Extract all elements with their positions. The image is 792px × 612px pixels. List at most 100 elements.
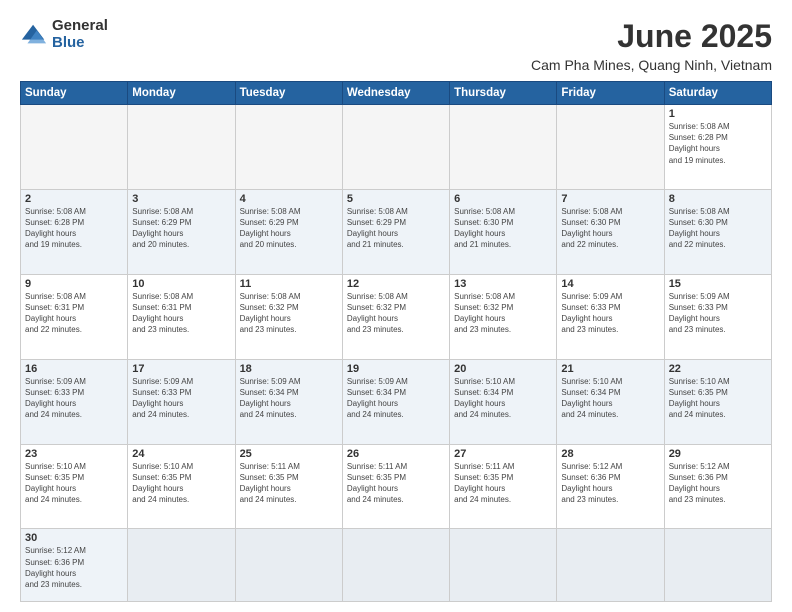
- day-number: 14: [561, 278, 659, 290]
- calendar-week-row: 23 Sunrise: 5:10 AMSunset: 6:35 PMDaylig…: [21, 444, 772, 529]
- table-row: [235, 105, 342, 190]
- calendar-week-row: 16 Sunrise: 5:09 AMSunset: 6:33 PMDaylig…: [21, 359, 772, 444]
- col-sunday: Sunday: [21, 82, 128, 105]
- day-info: Sunrise: 5:11 AMSunset: 6:35 PMDaylight …: [454, 462, 514, 505]
- day-info: Sunrise: 5:08 AMSunset: 6:29 PMDaylight …: [240, 207, 301, 250]
- day-number: 26: [347, 448, 445, 460]
- logo-text: General Blue: [52, 18, 108, 51]
- table-row: [128, 105, 235, 190]
- table-row: 2 Sunrise: 5:08 AMSunset: 6:28 PMDayligh…: [21, 189, 128, 274]
- day-info: Sunrise: 5:08 AMSunset: 6:28 PMDaylight …: [669, 122, 730, 165]
- table-row: [235, 529, 342, 602]
- day-info: Sunrise: 5:08 AMSunset: 6:29 PMDaylight …: [132, 207, 193, 250]
- col-thursday: Thursday: [450, 82, 557, 105]
- table-row: 16 Sunrise: 5:09 AMSunset: 6:33 PMDaylig…: [21, 359, 128, 444]
- table-row: 10 Sunrise: 5:08 AMSunset: 6:31 PMDaylig…: [128, 274, 235, 359]
- table-row: 9 Sunrise: 5:08 AMSunset: 6:31 PMDayligh…: [21, 274, 128, 359]
- table-row: [21, 105, 128, 190]
- calendar-title: June 2025: [531, 18, 772, 55]
- day-number: 10: [132, 278, 230, 290]
- calendar-week-row: 9 Sunrise: 5:08 AMSunset: 6:31 PMDayligh…: [21, 274, 772, 359]
- day-info: Sunrise: 5:12 AMSunset: 6:36 PMDaylight …: [25, 546, 86, 589]
- table-row: 23 Sunrise: 5:10 AMSunset: 6:35 PMDaylig…: [21, 444, 128, 529]
- day-number: 29: [669, 448, 767, 460]
- day-info: Sunrise: 5:08 AMSunset: 6:29 PMDaylight …: [347, 207, 408, 250]
- logo-general: General: [52, 18, 108, 35]
- day-info: Sunrise: 5:08 AMSunset: 6:30 PMDaylight …: [561, 207, 622, 250]
- day-info: Sunrise: 5:08 AMSunset: 6:32 PMDaylight …: [347, 292, 408, 335]
- day-info: Sunrise: 5:09 AMSunset: 6:33 PMDaylight …: [132, 377, 193, 420]
- day-number: 1: [669, 108, 767, 120]
- table-row: [450, 105, 557, 190]
- day-info: Sunrise: 5:10 AMSunset: 6:35 PMDaylight …: [25, 462, 86, 505]
- calendar-week-row: 1 Sunrise: 5:08 AMSunset: 6:28 PMDayligh…: [21, 105, 772, 190]
- day-info: Sunrise: 5:10 AMSunset: 6:34 PMDaylight …: [561, 377, 622, 420]
- table-row: 30 Sunrise: 5:12 AMSunset: 6:36 PMDaylig…: [21, 529, 128, 602]
- day-number: 27: [454, 448, 552, 460]
- table-row: 22 Sunrise: 5:10 AMSunset: 6:35 PMDaylig…: [664, 359, 771, 444]
- day-info: Sunrise: 5:10 AMSunset: 6:35 PMDaylight …: [669, 377, 730, 420]
- day-number: 13: [454, 278, 552, 290]
- day-number: 20: [454, 363, 552, 375]
- table-row: 29 Sunrise: 5:12 AMSunset: 6:36 PMDaylig…: [664, 444, 771, 529]
- title-block: June 2025 Cam Pha Mines, Quang Ninh, Vie…: [531, 18, 772, 73]
- table-row: 14 Sunrise: 5:09 AMSunset: 6:33 PMDaylig…: [557, 274, 664, 359]
- table-row: 26 Sunrise: 5:11 AMSunset: 6:35 PMDaylig…: [342, 444, 449, 529]
- table-row: 12 Sunrise: 5:08 AMSunset: 6:32 PMDaylig…: [342, 274, 449, 359]
- day-info: Sunrise: 5:10 AMSunset: 6:34 PMDaylight …: [454, 377, 515, 420]
- table-row: [557, 529, 664, 602]
- day-info: Sunrise: 5:12 AMSunset: 6:36 PMDaylight …: [669, 462, 730, 505]
- day-info: Sunrise: 5:10 AMSunset: 6:35 PMDaylight …: [132, 462, 193, 505]
- day-number: 18: [240, 363, 338, 375]
- table-row: 19 Sunrise: 5:09 AMSunset: 6:34 PMDaylig…: [342, 359, 449, 444]
- calendar-subtitle: Cam Pha Mines, Quang Ninh, Vietnam: [531, 57, 772, 73]
- day-info: Sunrise: 5:08 AMSunset: 6:31 PMDaylight …: [132, 292, 193, 335]
- day-info: Sunrise: 5:08 AMSunset: 6:32 PMDaylight …: [240, 292, 301, 335]
- calendar-table: Sunday Monday Tuesday Wednesday Thursday…: [20, 81, 772, 602]
- day-number: 19: [347, 363, 445, 375]
- table-row: 5 Sunrise: 5:08 AMSunset: 6:29 PMDayligh…: [342, 189, 449, 274]
- table-row: 24 Sunrise: 5:10 AMSunset: 6:35 PMDaylig…: [128, 444, 235, 529]
- day-number: 8: [669, 193, 767, 205]
- day-number: 5: [347, 193, 445, 205]
- day-number: 15: [669, 278, 767, 290]
- day-info: Sunrise: 5:08 AMSunset: 6:30 PMDaylight …: [669, 207, 730, 250]
- day-number: 7: [561, 193, 659, 205]
- table-row: [342, 105, 449, 190]
- table-row: 13 Sunrise: 5:08 AMSunset: 6:32 PMDaylig…: [450, 274, 557, 359]
- table-row: 4 Sunrise: 5:08 AMSunset: 6:29 PMDayligh…: [235, 189, 342, 274]
- table-row: [557, 105, 664, 190]
- day-info: Sunrise: 5:09 AMSunset: 6:33 PMDaylight …: [25, 377, 86, 420]
- table-row: [450, 529, 557, 602]
- header: General Blue June 2025 Cam Pha Mines, Qu…: [20, 18, 772, 73]
- day-info: Sunrise: 5:09 AMSunset: 6:33 PMDaylight …: [669, 292, 730, 335]
- table-row: 7 Sunrise: 5:08 AMSunset: 6:30 PMDayligh…: [557, 189, 664, 274]
- day-info: Sunrise: 5:08 AMSunset: 6:31 PMDaylight …: [25, 292, 86, 335]
- day-number: 28: [561, 448, 659, 460]
- day-number: 17: [132, 363, 230, 375]
- day-number: 24: [132, 448, 230, 460]
- table-row: 17 Sunrise: 5:09 AMSunset: 6:33 PMDaylig…: [128, 359, 235, 444]
- day-number: 4: [240, 193, 338, 205]
- day-info: Sunrise: 5:12 AMSunset: 6:36 PMDaylight …: [561, 462, 622, 505]
- day-number: 25: [240, 448, 338, 460]
- table-row: [664, 529, 771, 602]
- day-number: 11: [240, 278, 338, 290]
- table-row: 6 Sunrise: 5:08 AMSunset: 6:30 PMDayligh…: [450, 189, 557, 274]
- day-number: 30: [25, 532, 123, 544]
- col-wednesday: Wednesday: [342, 82, 449, 105]
- day-info: Sunrise: 5:08 AMSunset: 6:28 PMDaylight …: [25, 207, 86, 250]
- table-row: [342, 529, 449, 602]
- day-info: Sunrise: 5:08 AMSunset: 6:32 PMDaylight …: [454, 292, 515, 335]
- table-row: 18 Sunrise: 5:09 AMSunset: 6:34 PMDaylig…: [235, 359, 342, 444]
- day-info: Sunrise: 5:11 AMSunset: 6:35 PMDaylight …: [347, 462, 407, 505]
- day-number: 21: [561, 363, 659, 375]
- day-number: 22: [669, 363, 767, 375]
- day-info: Sunrise: 5:11 AMSunset: 6:35 PMDaylight …: [240, 462, 300, 505]
- col-tuesday: Tuesday: [235, 82, 342, 105]
- logo: General Blue: [20, 18, 108, 51]
- calendar-week-row: 2 Sunrise: 5:08 AMSunset: 6:28 PMDayligh…: [21, 189, 772, 274]
- day-info: Sunrise: 5:08 AMSunset: 6:30 PMDaylight …: [454, 207, 515, 250]
- col-monday: Monday: [128, 82, 235, 105]
- table-row: [128, 529, 235, 602]
